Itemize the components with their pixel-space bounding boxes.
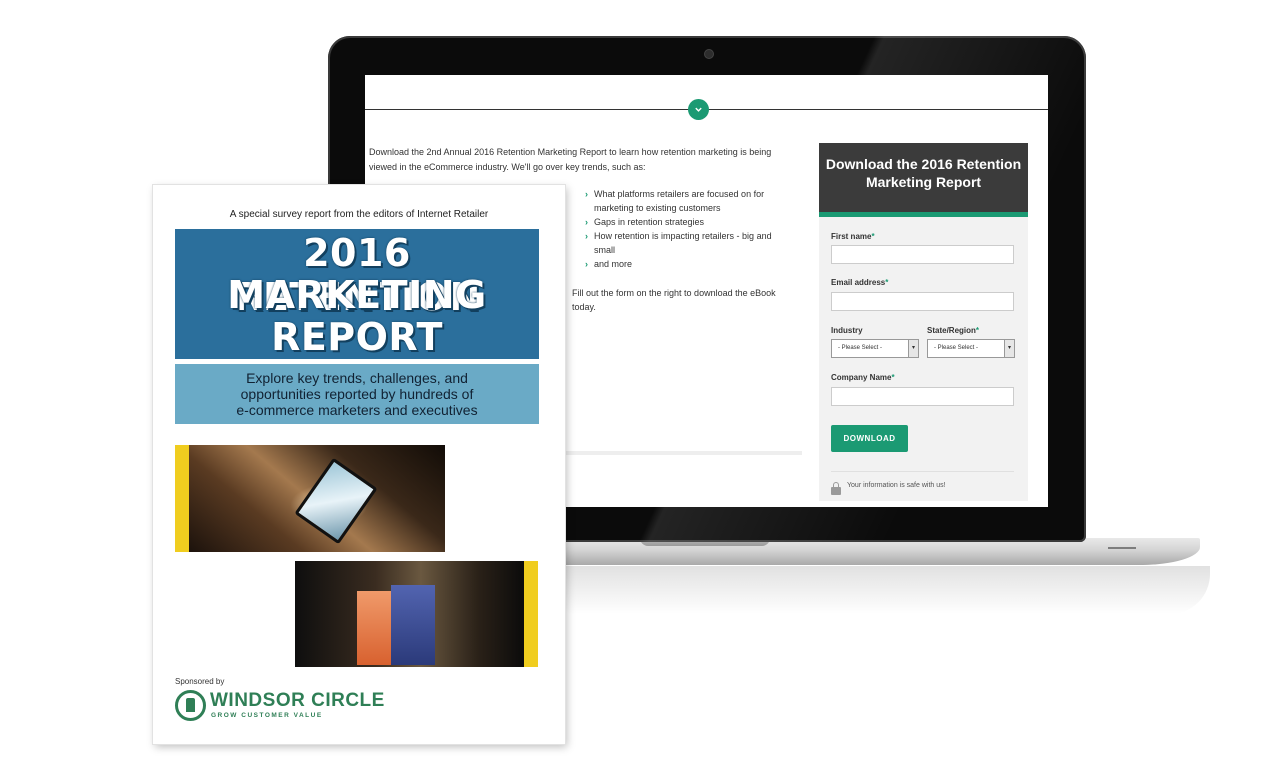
- laptop-reflection: [520, 566, 1210, 614]
- list-item: Gaps in retention strategies: [585, 215, 785, 229]
- state-select-value: - Please Select -: [934, 345, 979, 351]
- lock-icon: [831, 482, 841, 495]
- first-name-label: First name*: [831, 232, 875, 241]
- fill-form-text: Fill out the form on the right to downlo…: [572, 288, 776, 312]
- ebook-subtitle-line: e-commerce marketers and executives: [236, 402, 478, 418]
- download-form: Download the 2016 Retention Marketing Re…: [819, 143, 1028, 501]
- windsor-circle-logo-icon: [175, 690, 206, 721]
- chevron-down-icon[interactable]: [688, 99, 709, 120]
- ebook-subtitle-box: Explore key trends, challenges, and oppo…: [175, 364, 539, 424]
- company-label: Company Name*: [831, 373, 895, 382]
- ebook-title-line: REPORT: [271, 315, 443, 359]
- company-input[interactable]: [831, 387, 1014, 406]
- industry-label: Industry: [831, 326, 863, 335]
- blue-bag-image: [391, 585, 435, 665]
- list-item: How retention is impacting retailers - b…: [585, 229, 785, 257]
- shopping-bags-photo: [295, 561, 524, 667]
- tablet-device-image: [294, 457, 378, 545]
- sponsor-name: WINDSOR CIRCLE: [210, 690, 385, 711]
- ebook-tagline: A special survey report from the editors…: [229, 209, 489, 220]
- list-item: What platforms retailers are focused on …: [585, 187, 785, 215]
- ebook-title-box: 2016 RETENTION MARKETING REPORT: [175, 229, 539, 359]
- sponsor-tagline: GROW CUSTOMER VALUE: [211, 712, 323, 719]
- tablet-photo: [189, 445, 445, 552]
- webcam-icon: [705, 50, 713, 58]
- yellow-accent-bar: [175, 445, 189, 552]
- form-header: Download the 2016 Retention Marketing Re…: [819, 143, 1028, 217]
- first-name-input[interactable]: [831, 245, 1014, 264]
- ebook-subtitle: Explore key trends, challenges, and oppo…: [175, 370, 539, 418]
- laptop-base-vent: [1108, 547, 1136, 549]
- dropdown-arrow-icon: ▾: [1004, 340, 1014, 357]
- sponsored-by-label: Sponsored by: [175, 677, 225, 686]
- email-input[interactable]: [831, 292, 1014, 311]
- email-label: Email address*: [831, 278, 889, 287]
- ebook-cover: A special survey report from the editors…: [153, 185, 565, 744]
- privacy-note: Your information is safe with us!: [847, 482, 946, 489]
- intro-text: Download the 2nd Annual 2016 Retention M…: [369, 147, 772, 172]
- download-button[interactable]: DOWNLOAD: [831, 425, 908, 452]
- form-separator: [831, 471, 1014, 472]
- ebook-subtitle-line: Explore key trends, challenges, and: [246, 370, 468, 386]
- dropdown-arrow-icon: ▾: [908, 340, 918, 357]
- list-item: and more: [585, 257, 785, 271]
- ebook-subtitle-line: opportunities reported by hundreds of: [240, 386, 474, 402]
- yellow-accent-bar: [524, 561, 538, 667]
- industry-select-value: - Please Select -: [838, 345, 883, 351]
- trends-list: What platforms retailers are focused on …: [585, 187, 785, 271]
- state-select[interactable]: - Please Select - ▾: [927, 339, 1015, 358]
- state-label: State/Region*: [927, 326, 980, 335]
- ebook-title-line: MARKETING: [227, 273, 487, 317]
- industry-select[interactable]: - Please Select - ▾: [831, 339, 919, 358]
